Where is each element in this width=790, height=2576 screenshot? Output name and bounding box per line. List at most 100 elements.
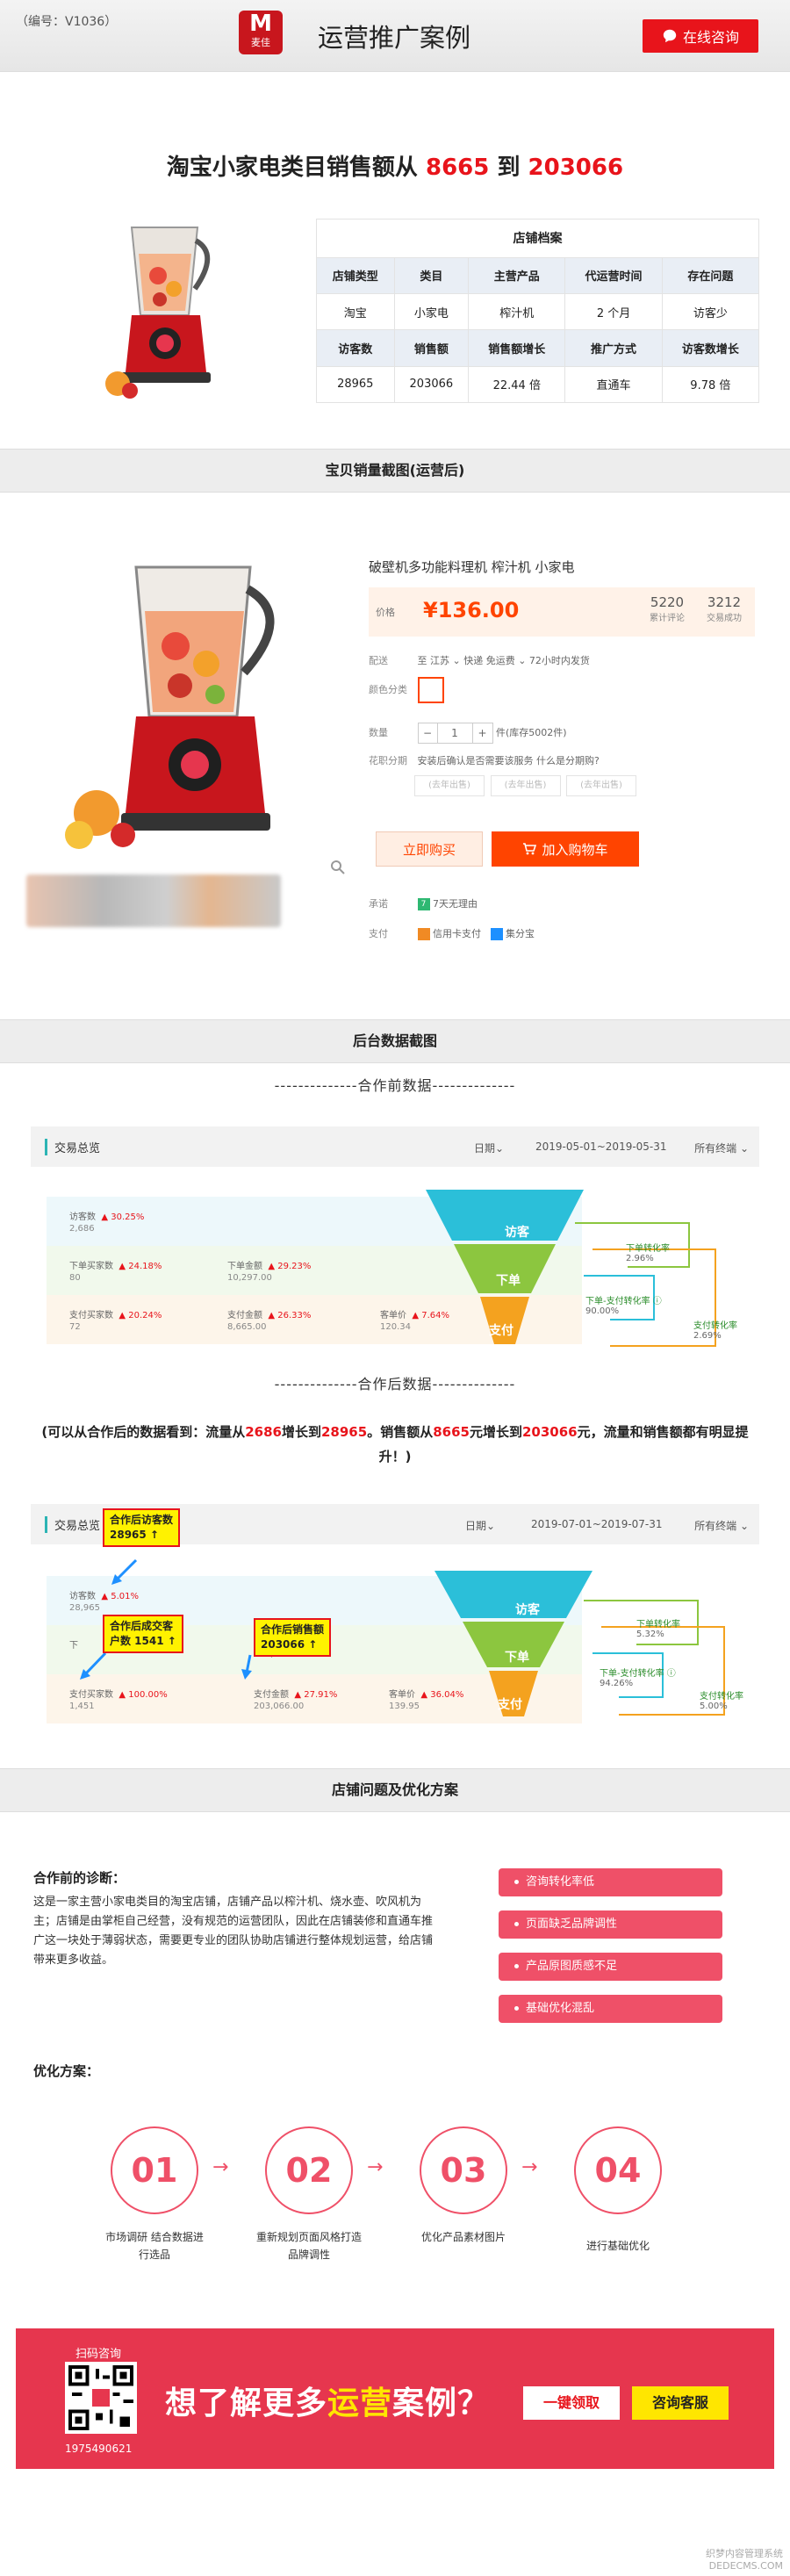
plan-title: 优化方案： [33,2063,100,2079]
review-count[interactable]: 5220 累计评论 [650,594,685,623]
before-date-range[interactable]: 2019-05-01~2019-05-31 [535,1140,667,1153]
before-divider: --------------合作前数据-------------- [274,1077,516,1094]
plan-step-01: 01 [111,2126,198,2214]
blender-main-image [65,565,275,849]
shipping-label: 配送 [369,655,388,666]
plan-step-04: 04 [574,2126,662,2214]
brand-logo[interactable]: M 麦佳 [239,11,283,54]
callout-line: 合作后访客数 [110,1514,174,1526]
before-dash-title: 交易总览 [45,1139,100,1155]
before-conversion-lines [575,1222,716,1347]
shipping-row[interactable]: 配送 至 江苏 ⌄ 快递 免运费 ⌄ 72小时内发货 [369,653,590,667]
price-value: ¥136.00 [423,598,520,622]
claim-button[interactable]: 一键领取 [523,2386,620,2420]
buy-now-button[interactable]: 立即购买 [376,831,483,867]
before-dashboard: 交易总览 日期⌄ 2019-05-01~2019-05-31 所有终端 ⌄ 访客… [31,1126,759,1407]
explain-text: 。销售额从 [367,1424,434,1440]
promise-text: 7天无理由 [433,898,478,910]
archive-cell: 203066 [393,365,470,404]
before-metric-visitors: 访客数 ▲ 30.25% 2,686 [69,1209,144,1234]
issues-section: 店铺问题及优化方案 [0,1768,790,1812]
archive-head: 主营产品 [468,256,566,294]
promise-label: 承诺 [369,898,388,910]
blender-product-image [105,227,211,399]
rate-value: 90.00% [585,1306,620,1316]
after-dashboard: 交易总览 日期⌄ 2019-07-01~2019-07-31 所有终端 ⌄ 访客… [31,1504,759,1723]
explain-text: 增长到 [281,1424,321,1440]
headline-from: 8665 [426,155,490,181]
before-funnel-order: 下单 [496,1274,521,1288]
page: （编号：V1036） M 麦佳 运营推广案例 在线咨询 淘宝小家电类目销售额从 … [0,0,790,2576]
quantity-stepper[interactable]: − 1 + [417,723,493,744]
chat-bubble-icon [663,29,677,43]
qty-plus-button[interactable]: + [473,723,492,743]
zoom-icon[interactable] [330,860,346,875]
plan-step-02: 02 [265,2126,353,2214]
archive-head: 店铺类型 [316,256,395,294]
quantity-row: 数量 − 1 + 件(库存5002件) [369,723,567,744]
rate-key: 下单-支付转化率 ⓘ [585,1297,662,1306]
explain-value: 28965 [321,1424,368,1440]
archive-cell: 22.44 倍 [468,365,566,404]
metric-delta: ▲ 24.18% [118,1262,162,1271]
callout-line: 合作后销售额 [261,1623,325,1636]
archive-cell: 直通车 [564,365,663,404]
stock-text: 件(库存5002件) [496,727,567,738]
before-rate-pay: 支付转化率 2.69% [693,1318,737,1341]
credit-card-icon [417,928,430,940]
review-count-label: 累计评论 [650,614,685,623]
archive-head: 推广方式 [564,329,663,367]
archive-cell: 9.78 倍 [661,365,760,404]
qty-value[interactable]: 1 [438,723,473,743]
callout-line: 28965 ↑ [110,1529,159,1541]
diagnosis-text: 这是一家主营小家电类目的淘宝店铺，店铺产品以榨汁机、烧水壶、吹风机为主；店铺是由… [33,1896,434,1967]
blurred-thumbnails [26,874,281,927]
cart-icon [523,843,537,855]
explain-value: 8665 [433,1424,470,1440]
color-option-red[interactable] [417,677,444,703]
watermark: 织梦内容管理系统 DEDECMS.COM [706,2548,783,2572]
add-to-cart-button[interactable]: 加入购物车 [492,831,639,867]
metric-delta: ▲ 26.33% [268,1311,312,1320]
archive-cell: 28965 [316,365,395,404]
before-funnel-visitor: 访客 [505,1226,529,1240]
metric-value: 8,665.00 [227,1322,267,1332]
banner-text-post: 案例？ [392,2385,491,2421]
before-terminal-dropdown[interactable]: 所有终端 ⌄ [694,1140,749,1155]
section-backend-data: 后台数据截图 [0,1019,790,1063]
explain-value: 2686 [245,1424,282,1440]
installment-label: 花职分期 [369,755,407,766]
installment-option[interactable]: (去年出售) [490,775,561,796]
plan-step-03: 03 [420,2126,507,2214]
headline-pre: 淘宝小家电类目销售额从 [166,155,418,181]
consult-label: 在线咨询 [682,29,739,46]
before-funnel-pay: 支付 [489,1324,514,1338]
plan-step-text: 进行基础优化 [585,2240,650,2252]
explain-value: 203066 [521,1424,578,1440]
qty-minus-button[interactable]: − [419,723,438,743]
shop-archive-table: 店铺档案 店铺类型 类目 主营产品 代运营时间 存在问题 淘宝 小家电 榨汁机 … [316,219,760,404]
metric-value: 2,686 [69,1224,95,1234]
installment-option[interactable]: (去年出售) [414,775,485,796]
payment-credit: 信用卡支付 [433,928,481,939]
qr-code-icon[interactable] [65,2362,137,2434]
installment-option[interactable]: (去年出售) [566,775,636,796]
section-sales-screenshot: 宝贝销量截图(运营后) [0,449,790,493]
shipping-text: 至 江苏 ⌄ 快递 免运费 ⌄ 72小时内发货 [417,655,590,666]
payment-label: 支付 [369,928,388,939]
archive-title: 店铺档案 [316,219,759,258]
before-rate-order: 下单转化率 2.96% [626,1241,670,1263]
archive-cell: 榨汁机 [468,292,566,331]
metric-delta: ▲ 29.23% [268,1262,312,1271]
archive-head: 类目 [393,256,470,294]
points-icon [490,928,503,940]
consult-service-button[interactable]: 咨询客服 [632,2386,729,2420]
online-consult-button[interactable]: 在线咨询 [643,19,758,53]
installment-text[interactable]: 安装后确认是否需要该服务 什么是分期购? [418,755,600,766]
sold-count-label: 交易成功 [707,614,742,623]
growth-explanation: (可以从合作后的数据看到：流量从2686增长到28965。销售额从8665元增长… [0,1420,790,1469]
before-date-dropdown[interactable]: 日期⌄ [474,1140,504,1155]
rate-value: 2.96% [626,1254,654,1263]
logo-text: 麦佳 [251,37,270,48]
archive-head: 销售额增长 [468,329,566,367]
